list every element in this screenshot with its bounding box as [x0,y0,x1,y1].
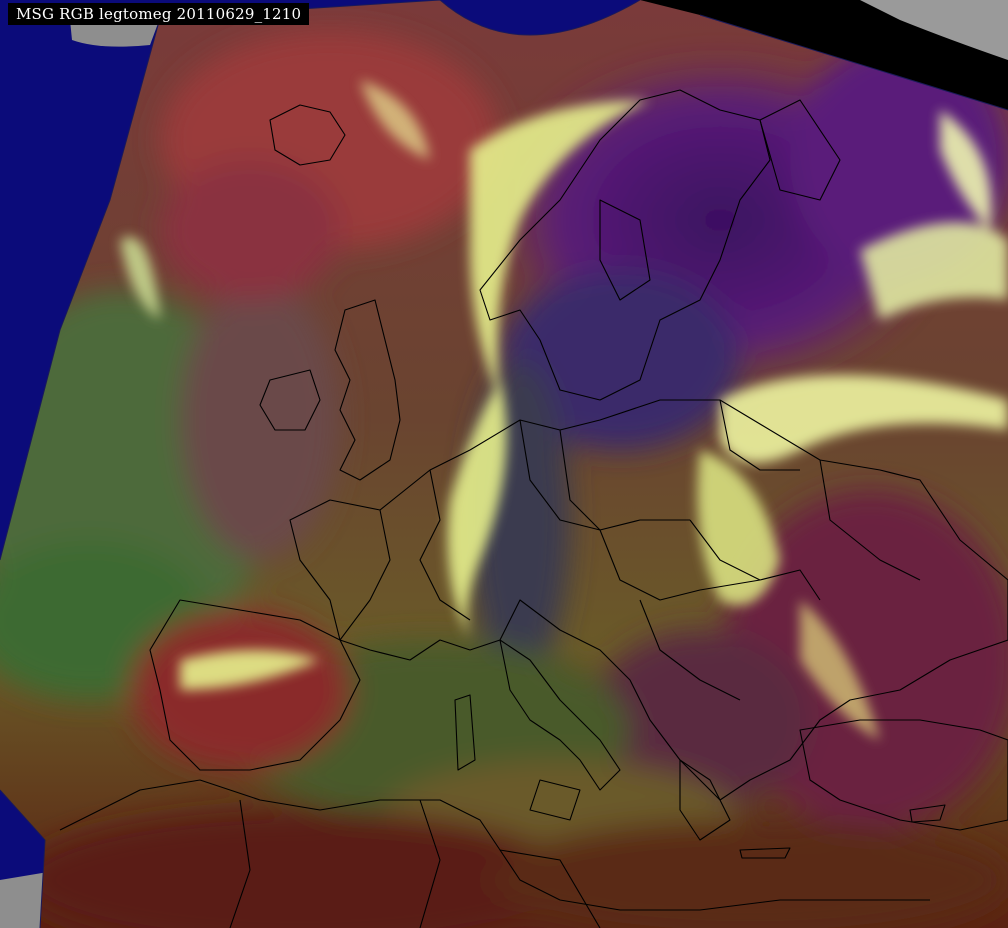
satellite-image [0,0,1008,928]
image-title: MSG RGB legtomeg 20110629_1210 [8,3,310,25]
scan-area [0,0,1008,928]
